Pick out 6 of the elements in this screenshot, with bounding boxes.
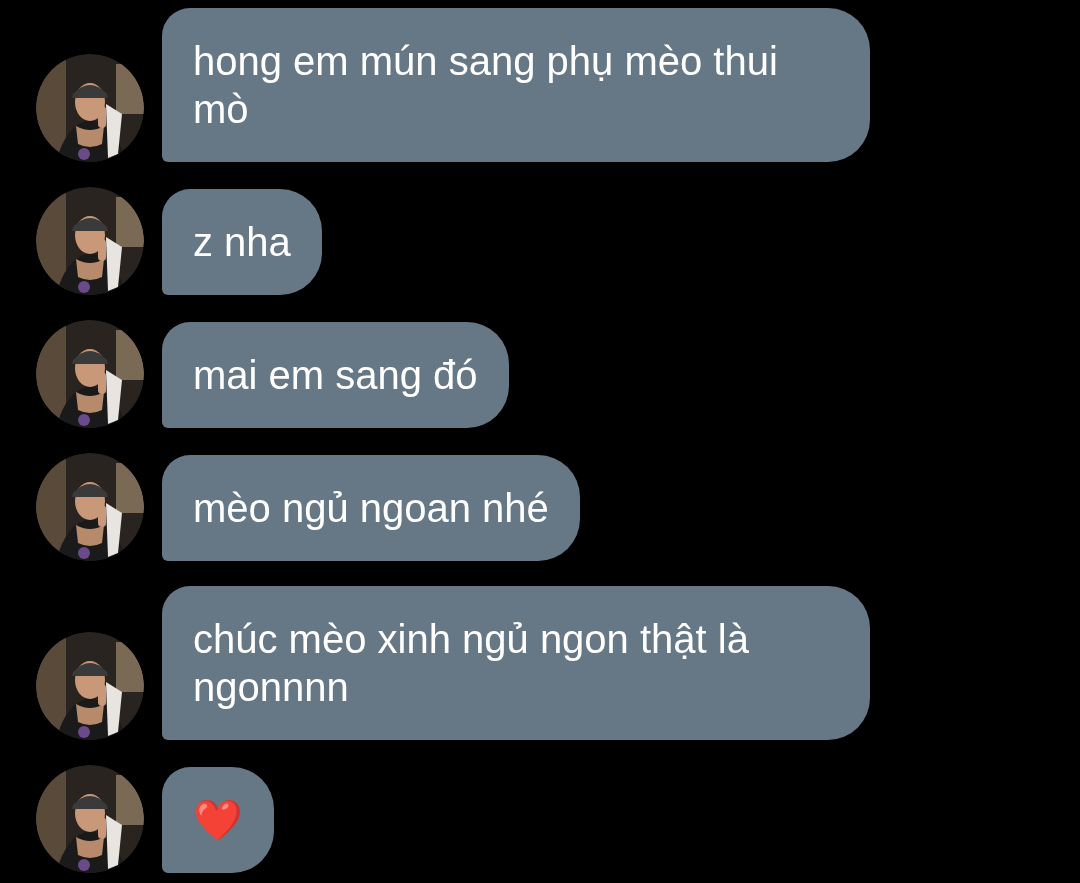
message-bubble: mèo ngủ ngoan nhé [162,455,580,561]
message-bubble: hong em mún sang phụ mèo thui mò [162,8,870,162]
message-bubble: mai em sang đó [162,322,509,428]
message-bubble: chúc mèo xinh ngủ ngon thật là ngonnnn [162,586,870,740]
message-bubble: z nha [162,189,322,295]
message-bubble: ❤ [162,767,274,873]
